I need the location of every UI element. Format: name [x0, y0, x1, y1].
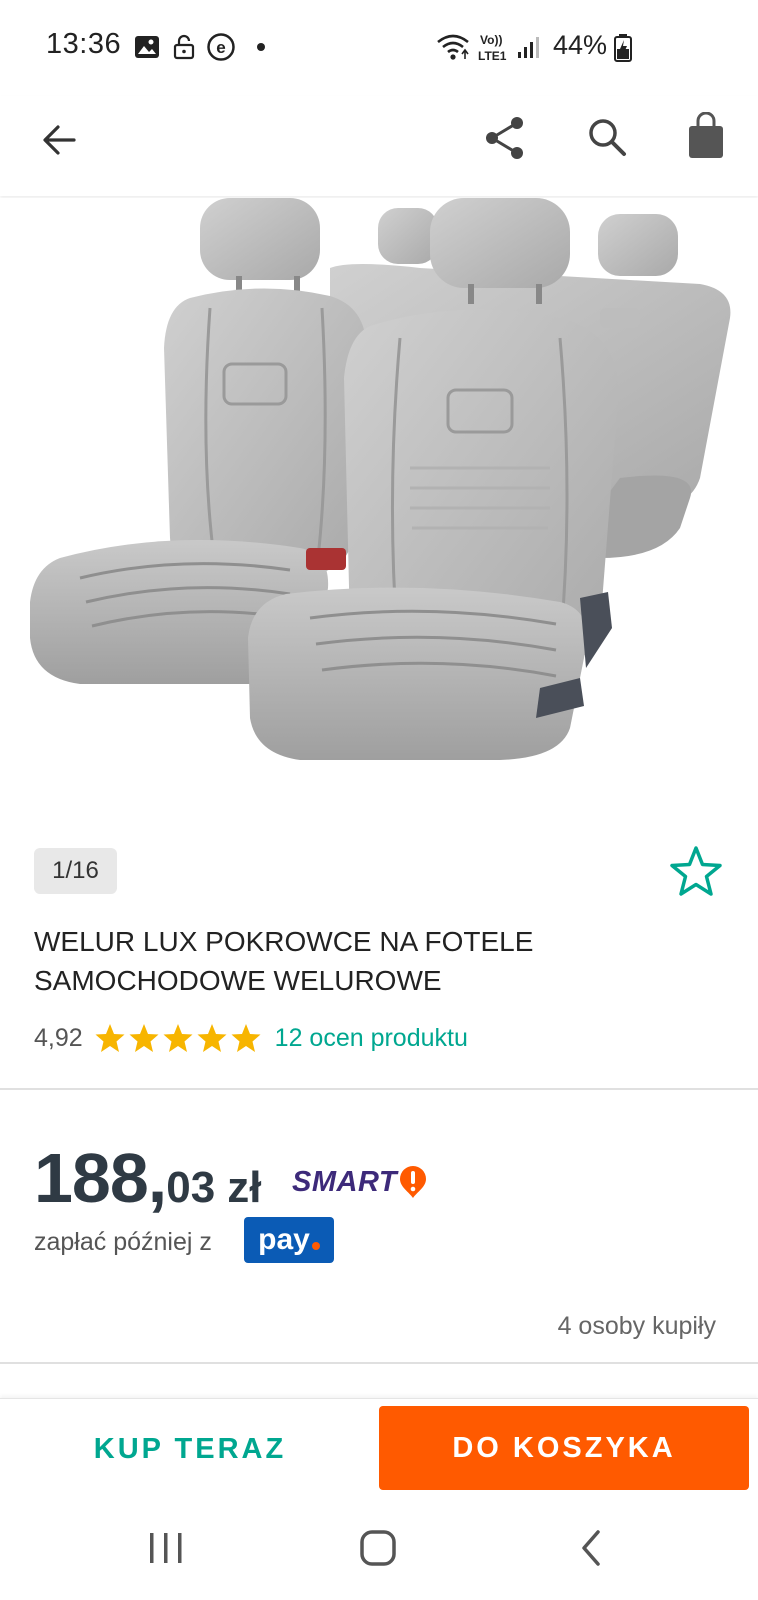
- app-bar: [0, 96, 758, 196]
- battery-percentage: 44%: [553, 30, 608, 60]
- gallery-icon: [135, 36, 159, 58]
- svg-text:e: e: [216, 38, 225, 57]
- price-integer: 188,: [34, 1139, 167, 1217]
- price: 188, 03 zł: [34, 1138, 261, 1218]
- search-icon[interactable]: [586, 116, 630, 160]
- add-to-cart-button[interactable]: DO KOSZYKA: [379, 1406, 749, 1490]
- buy-now-button[interactable]: KUP TERAZ: [0, 1406, 380, 1492]
- buyers-count: 4 osoby kupiły: [557, 1312, 716, 1340]
- ratings-link[interactable]: 12 ocen produktu: [275, 1024, 468, 1053]
- smart-exclamation-icon: [400, 1166, 427, 1198]
- price-decimal: 03: [166, 1163, 216, 1212]
- signal-icon: [518, 37, 539, 58]
- rating-value: 4,92: [34, 1023, 83, 1052]
- image-counter: 1/16: [34, 848, 117, 894]
- e-app-icon: e: [207, 33, 235, 61]
- star-icon: [95, 1024, 125, 1052]
- product-title: WELUR LUX POKROWCE NA FOTELE SAMOCHODOWE…: [34, 922, 714, 1000]
- product-image[interactable]: [0, 198, 758, 826]
- cart-bag-icon[interactable]: [686, 112, 726, 160]
- status-time: 13:36: [46, 28, 122, 60]
- smart-badge[interactable]: SMART: [292, 1164, 429, 1200]
- star-icon: [197, 1024, 227, 1052]
- back-nav-icon[interactable]: [576, 1528, 606, 1568]
- pay-badge-label: pay: [258, 1223, 310, 1256]
- home-icon[interactable]: [358, 1528, 398, 1568]
- svg-text:LTE1: LTE1: [478, 49, 507, 63]
- battery-icon: [614, 34, 632, 62]
- favorite-star-icon[interactable]: [668, 844, 724, 900]
- divider: [0, 1362, 758, 1364]
- pay-later-text: zapłać później z: [34, 1228, 212, 1256]
- divider: [0, 1088, 758, 1090]
- wifi-icon: [437, 34, 469, 60]
- back-arrow-icon[interactable]: [38, 118, 82, 162]
- share-icon[interactable]: [482, 114, 528, 162]
- volte-icon: Vo)) LTE1: [478, 33, 507, 63]
- star-icon: [163, 1024, 193, 1052]
- dot-icon: [257, 43, 265, 51]
- pay-dot-icon: [311, 1242, 320, 1250]
- smart-label: SMART: [292, 1165, 398, 1198]
- rating-row: 4,92 12 ocen produktu: [34, 1018, 468, 1058]
- recent-apps-icon[interactable]: [146, 1530, 186, 1566]
- svg-text:Vo)): Vo)): [480, 33, 502, 47]
- product-title-line-1: WELUR LUX POKROWCE NA FOTELE: [34, 926, 534, 957]
- star-icon: [231, 1024, 261, 1052]
- pay-badge[interactable]: pay: [244, 1217, 334, 1263]
- star-icon: [129, 1024, 159, 1052]
- unlock-icon: [173, 34, 195, 60]
- product-title-line-2: SAMOCHODOWE WELUROWE: [34, 965, 442, 996]
- price-currency: zł: [227, 1163, 262, 1212]
